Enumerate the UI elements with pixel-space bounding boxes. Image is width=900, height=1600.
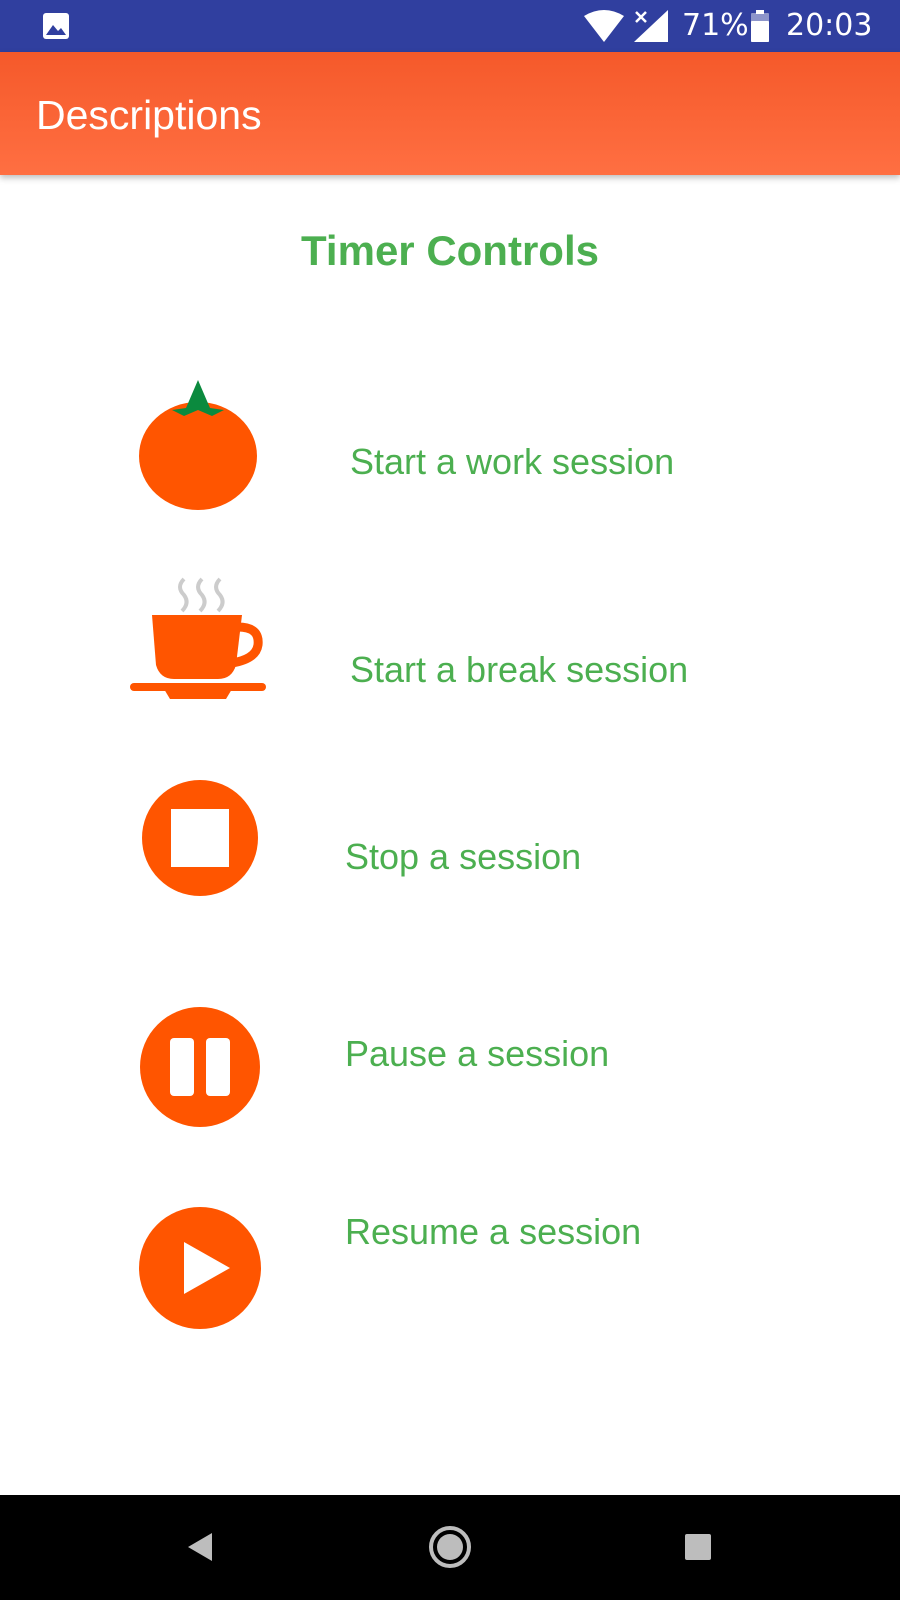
app-title: Descriptions bbox=[36, 92, 262, 138]
coffee-cup-icon bbox=[128, 575, 268, 707]
control-label: Resume a session bbox=[345, 1211, 642, 1252]
battery-icon bbox=[750, 10, 770, 46]
play-icon bbox=[139, 1207, 261, 1333]
battery-percent: 71% bbox=[682, 8, 749, 43]
control-label: Start a break session bbox=[350, 649, 689, 690]
gallery-icon bbox=[42, 12, 70, 44]
status-clock: 20:03 bbox=[786, 8, 873, 43]
app-bar: Descriptions bbox=[0, 52, 900, 175]
section-title: Timer Controls bbox=[301, 227, 599, 274]
control-label: Stop a session bbox=[345, 836, 582, 877]
wifi-icon bbox=[584, 10, 624, 46]
pause-icon bbox=[140, 1007, 260, 1131]
control-label: Pause a session bbox=[345, 1033, 610, 1074]
tomato-icon bbox=[138, 380, 258, 516]
navigation-bar bbox=[0, 1495, 900, 1600]
back-icon[interactable] bbox=[186, 1531, 214, 1567]
home-icon[interactable] bbox=[428, 1525, 472, 1573]
recents-icon[interactable] bbox=[684, 1533, 712, 1565]
control-label: Start a work session bbox=[350, 441, 675, 482]
signal-icon bbox=[634, 10, 668, 46]
status-bar: 71% 20:03 bbox=[0, 0, 900, 52]
stop-icon bbox=[142, 780, 258, 900]
